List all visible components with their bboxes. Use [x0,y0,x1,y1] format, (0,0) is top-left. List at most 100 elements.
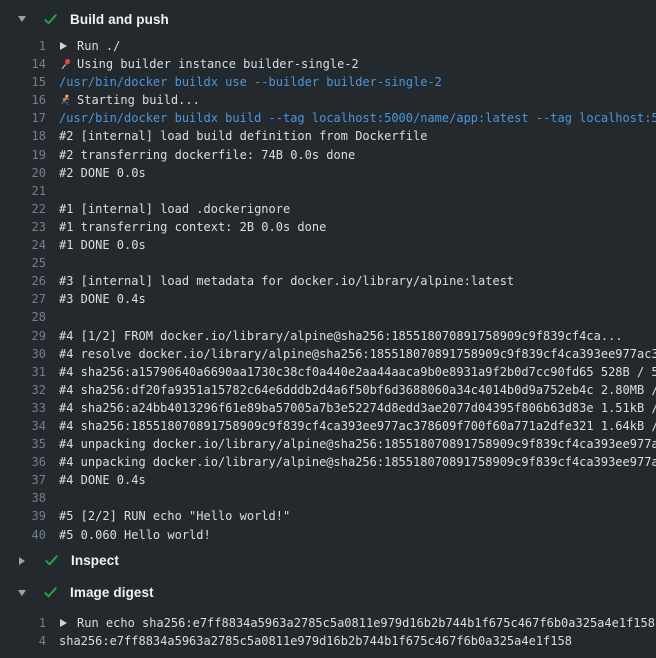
log-line: 34 #4 sha256:185518070891758909c9f839cf4c… [0,417,656,435]
line-number[interactable]: 26 [0,272,46,290]
line-content: #4 unpacking docker.io/library/alpine@sh… [59,453,656,471]
line-number[interactable]: 1 [0,37,46,55]
line-number[interactable]: 14 [0,55,46,73]
line-number[interactable]: 40 [0,526,46,544]
log-line: 31 #4 sha256:a15790640a6690aa1730c38cf0a4… [0,363,656,381]
line-content[interactable]: Run echo sha256:e7ff8834a5963a2785c5a081… [59,614,656,632]
log-line: 20 #2 DONE 0.0s [0,164,656,182]
log-line: 29#4 [1/2] FROM docker.io/library/alpine… [0,327,656,345]
line-content: #4 DONE 0.4s [59,471,656,489]
line-number[interactable]: 17 [0,109,46,127]
log-text: #1 [internal] load .dockerignore [59,200,290,218]
log-line: 14Using builder instance builder-single-… [0,55,656,73]
line-number[interactable]: 1 [0,614,46,632]
log-text: #4 sha256:df20fa9351a15782c64e6dddb2d4a6… [59,381,656,399]
log-text: Run echo sha256:e7ff8834a5963a2785c5a081… [77,614,655,632]
line-content: #1 [internal] load .dockerignore [59,200,656,218]
log-text: #2 [internal] load build definition from… [59,127,427,145]
line-number[interactable]: 25 [0,254,46,272]
line-content: Starting build... [59,91,656,109]
line-content: #3 DONE 0.4s [59,290,656,308]
log-line: 1 Run ./ [0,37,656,55]
line-content: #4 unpacking docker.io/library/alpine@sh… [59,435,656,453]
section-inspect: Inspect [0,544,656,575]
line-content: #4 sha256:df20fa9351a15782c64e6dddb2d4a6… [59,381,656,399]
actions-log-page: { "colors": { "background": "#24292e", "… [0,0,656,658]
line-number[interactable]: 23 [0,218,46,236]
log-line: 1 Run echo sha256:e7ff8834a5963a2785c5a08… [0,614,656,632]
line-number[interactable]: 21 [0,182,46,200]
section-title: Image digest [70,585,154,600]
line-number[interactable]: 16 [0,91,46,109]
line-number[interactable]: 27 [0,290,46,308]
log-text: #1 transferring context: 2B 0.0s done [59,218,326,236]
log-text: /usr/bin/docker buildx build --tag local… [59,109,656,127]
line-content: #4 sha256:185518070891758909c9f839cf4ca3… [59,417,656,435]
line-number[interactable]: 39 [0,507,46,525]
line-number[interactable]: 31 [0,363,46,381]
section-title: Build and push [70,12,169,27]
log-text: #4 unpacking docker.io/library/alpine@sh… [59,435,656,453]
log-line: 27 #3 DONE 0.4s [0,290,656,308]
section-build-and-push: Build and push 1 Run ./14Using builder ins… [0,0,656,544]
log-text: #3 DONE 0.4s [59,290,146,308]
log-line: 39 #5 [2/2] RUN echo "Hello world!" [0,507,656,525]
log-text: #4 unpacking docker.io/library/alpine@sh… [59,453,656,471]
log-text: #3 [internal] load metadata for docker.i… [59,272,514,290]
log-line: 18 #2 [internal] load build definition fr… [0,127,656,145]
line-number[interactable]: 18 [0,127,46,145]
line-content: #5 [2/2] RUN echo "Hello world!" [59,507,656,525]
line-number[interactable]: 34 [0,417,46,435]
line-number[interactable]: 22 [0,200,46,218]
expand-run-icon [60,619,67,627]
line-number[interactable]: 20 [0,164,46,182]
log-text: #5 0.060 Hello world! [59,526,211,544]
log-line: 17/usr/bin/docker buildx build --tag loc… [0,109,656,127]
line-number[interactable]: 24 [0,236,46,254]
line-content: #2 [internal] load build definition from… [59,127,656,145]
log-text: sha256:e7ff8834a5963a2785c5a0811e979d16b… [59,632,572,650]
log-line: 16 Starting build... [0,91,656,109]
line-content: /usr/bin/docker buildx use --builder bui… [59,73,656,91]
log-text: #2 DONE 0.0s [59,164,146,182]
log-text: #4 DONE 0.4s [59,471,146,489]
line-number[interactable]: 4 [0,632,46,650]
line-number[interactable]: 35 [0,435,46,453]
chevron-down-icon [18,16,26,22]
line-number[interactable]: 36 [0,453,46,471]
section-image-digest: Image digest 1 Run echo sha256:e7ff8834a59… [0,575,656,650]
section-title: Inspect [71,553,119,568]
log-text: Starting build... [77,91,200,109]
line-content: #4 sha256:a24bb4013296f61e89ba57005a7b3e… [59,399,656,417]
line-number[interactable]: 19 [0,146,46,164]
check-icon [43,585,58,600]
section-header-image-digest[interactable]: Image digest [0,579,656,607]
line-number[interactable]: 33 [0,399,46,417]
log-line: 4 sha256:e7ff8834a5963a2785c5a0811e979d16… [0,632,656,650]
line-number[interactable]: 28 [0,308,46,326]
log-line: 25 [0,254,656,272]
line-content: #1 transferring context: 2B 0.0s done [59,218,656,236]
line-number[interactable]: 29 [0,327,46,345]
log-line: 15/usr/bin/docker buildx use --builder b… [0,73,656,91]
log-text: #5 [2/2] RUN echo "Hello world!" [59,507,290,525]
line-number[interactable]: 32 [0,381,46,399]
log-line: 23 #1 transferring context: 2B 0.0s done [0,218,656,236]
line-number[interactable]: 15 [0,73,46,91]
section-header-inspect[interactable]: Inspect [0,547,656,575]
log-line: 26 #3 [internal] load metadata for docker… [0,272,656,290]
log-line: 38 [0,489,656,507]
line-number[interactable]: 30 [0,345,46,363]
log-line: 30#4 resolve docker.io/library/alpine@sh… [0,345,656,363]
log-text: #4 sha256:a15790640a6690aa1730c38cf0a440… [59,363,656,381]
log-text: #1 DONE 0.0s [59,236,146,254]
log-text: #4 sha256:185518070891758909c9f839cf4ca3… [59,417,656,435]
check-icon [44,553,59,568]
section-header-build-and-push[interactable]: Build and push [0,5,656,33]
section-log-lines: 1 Run ./14Using builder instance builder-… [0,37,656,544]
line-number[interactable]: 38 [0,489,46,507]
log-line: 22 #1 [internal] load .dockerignore [0,200,656,218]
line-number[interactable]: 37 [0,471,46,489]
log-line: 19#2 transferring dockerfile: 74B 0.0s d… [0,146,656,164]
line-content[interactable]: Run ./ [59,37,656,55]
